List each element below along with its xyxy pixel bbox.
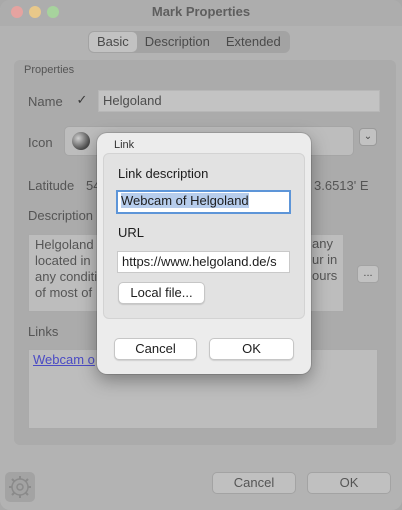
url-label: URL xyxy=(118,225,145,240)
name-checkbox[interactable]: ✓ xyxy=(75,93,89,107)
description-fragment: ours xyxy=(312,268,338,283)
latitude-label: Latitude xyxy=(28,178,75,193)
cancel-button[interactable]: Cancel xyxy=(212,472,296,494)
link-description-input[interactable]: Webcam of Helgoland xyxy=(116,190,291,214)
local-file-button[interactable]: Local file... xyxy=(118,282,205,304)
description-fragment: any xyxy=(312,236,333,251)
tab-basic[interactable]: Basic xyxy=(89,32,137,52)
longitude-value[interactable]: 3.6513' E xyxy=(314,178,369,193)
description-right-fragment: any ur in ours xyxy=(312,236,337,284)
more-button[interactable]: ... xyxy=(357,265,379,283)
ok-button[interactable]: OK xyxy=(307,472,391,494)
link-description-label: Link description xyxy=(118,166,209,181)
tab-description[interactable]: Description xyxy=(137,32,218,52)
url-input[interactable]: https://www.helgoland.de/s xyxy=(117,251,290,273)
name-field[interactable]: Helgoland xyxy=(98,90,380,112)
name-label: Name xyxy=(28,94,63,109)
chevron-down-icon[interactable]: ⌄ xyxy=(359,128,377,146)
settings-button[interactable] xyxy=(5,472,35,502)
gear-icon xyxy=(9,476,31,498)
tab-extended[interactable]: Extended xyxy=(218,32,289,52)
selected-text: Webcam of Helgoland xyxy=(121,193,249,208)
dialog-title: Link xyxy=(114,139,135,151)
icon-label: Icon xyxy=(28,135,53,150)
description-label: Description xyxy=(28,208,94,223)
globe-icon xyxy=(72,132,90,150)
tab-bar: Basic Description Extended xyxy=(88,31,290,53)
link-dialog: Link Link description Webcam of Helgolan… xyxy=(97,133,311,374)
description-fragment: ur in xyxy=(312,252,338,267)
title-bar: Mark Properties xyxy=(0,0,402,26)
window-title: Mark Properties xyxy=(151,4,251,19)
dialog-ok-button[interactable]: OK xyxy=(209,338,294,360)
links-label: Links xyxy=(28,324,59,339)
properties-section-label: Properties xyxy=(24,64,75,76)
dialog-cancel-button[interactable]: Cancel xyxy=(114,338,197,360)
